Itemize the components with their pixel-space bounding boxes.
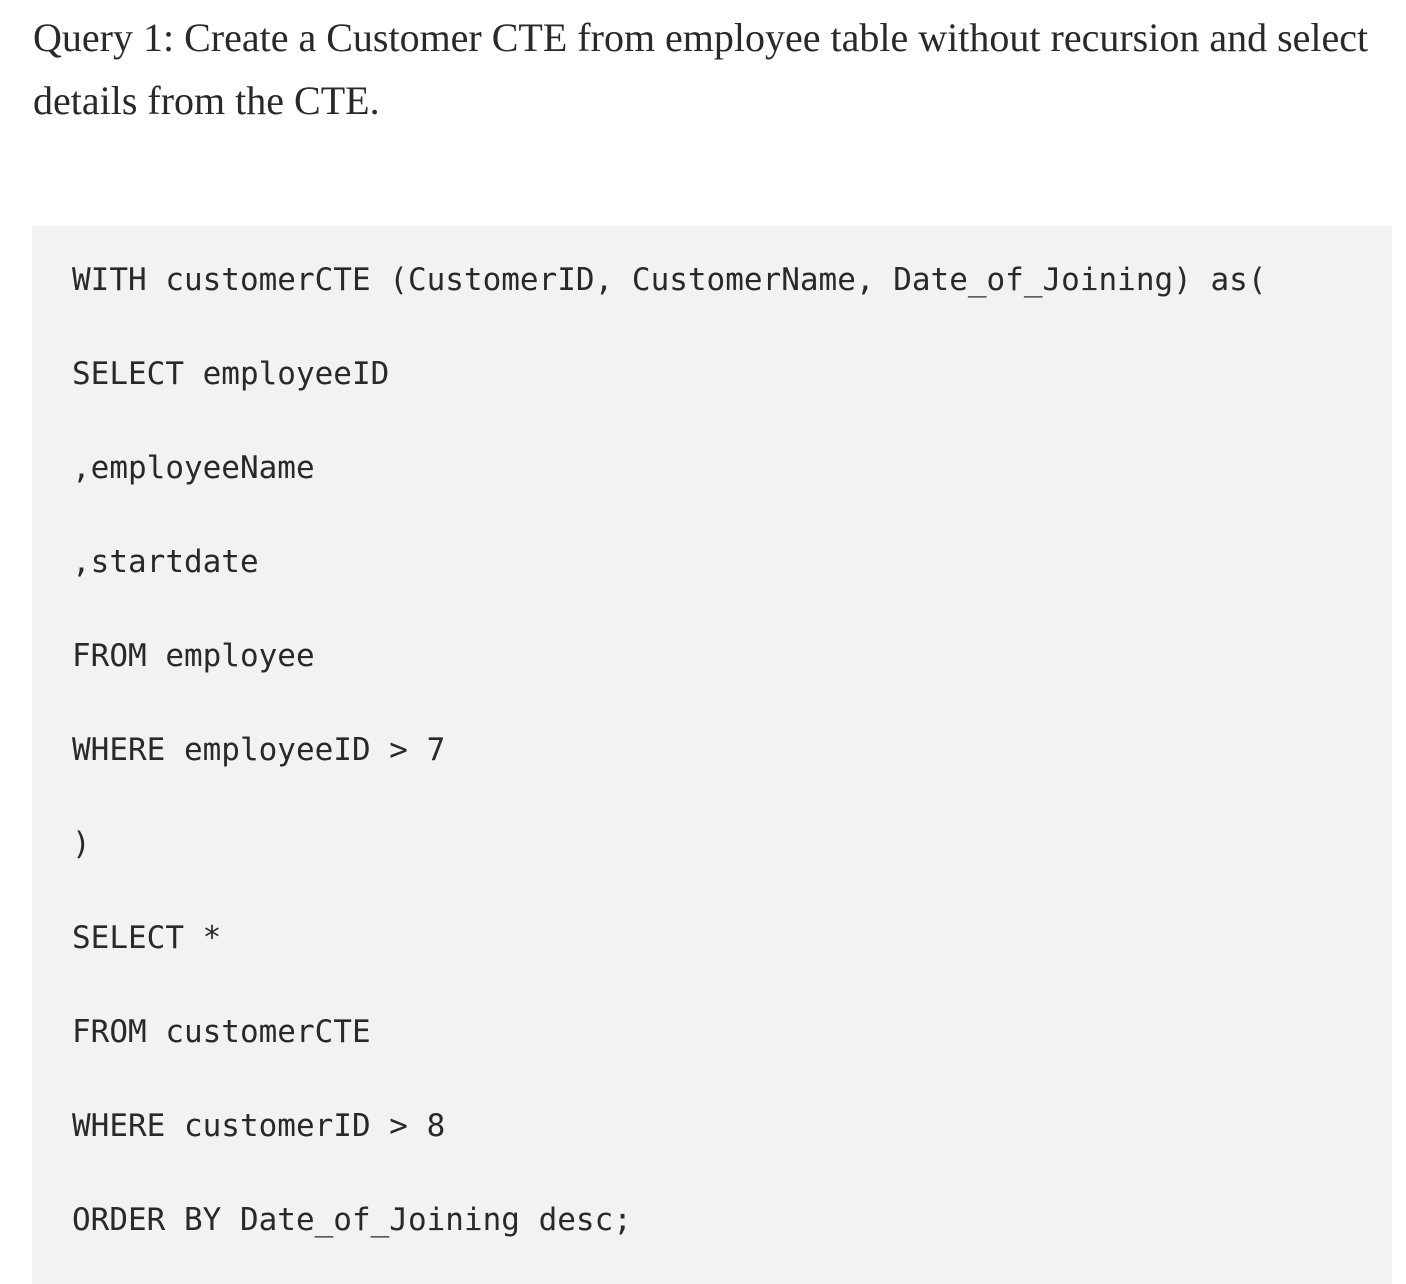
code-line: WHERE employeeID > 7 [72,732,446,768]
code-line: WITH customerCTE (CustomerID, CustomerNa… [72,262,1267,298]
code-line: ORDER BY Date_of_Joining desc; [72,1202,632,1238]
code-line: ) [72,826,91,862]
code-line: WHERE customerID > 8 [72,1108,446,1144]
code-line: FROM customerCTE [72,1014,371,1050]
code-line: SELECT employeeID [72,356,390,392]
sql-code-block: WITH customerCTE (CustomerID, CustomerNa… [32,226,1392,1284]
query-heading: Query 1: Create a Customer CTE from empl… [33,15,1369,123]
code-line: FROM employee [72,638,315,674]
code-line: ,employeeName [72,450,315,486]
code-line: SELECT * [72,920,222,956]
code-line: ,startdate [72,544,259,580]
